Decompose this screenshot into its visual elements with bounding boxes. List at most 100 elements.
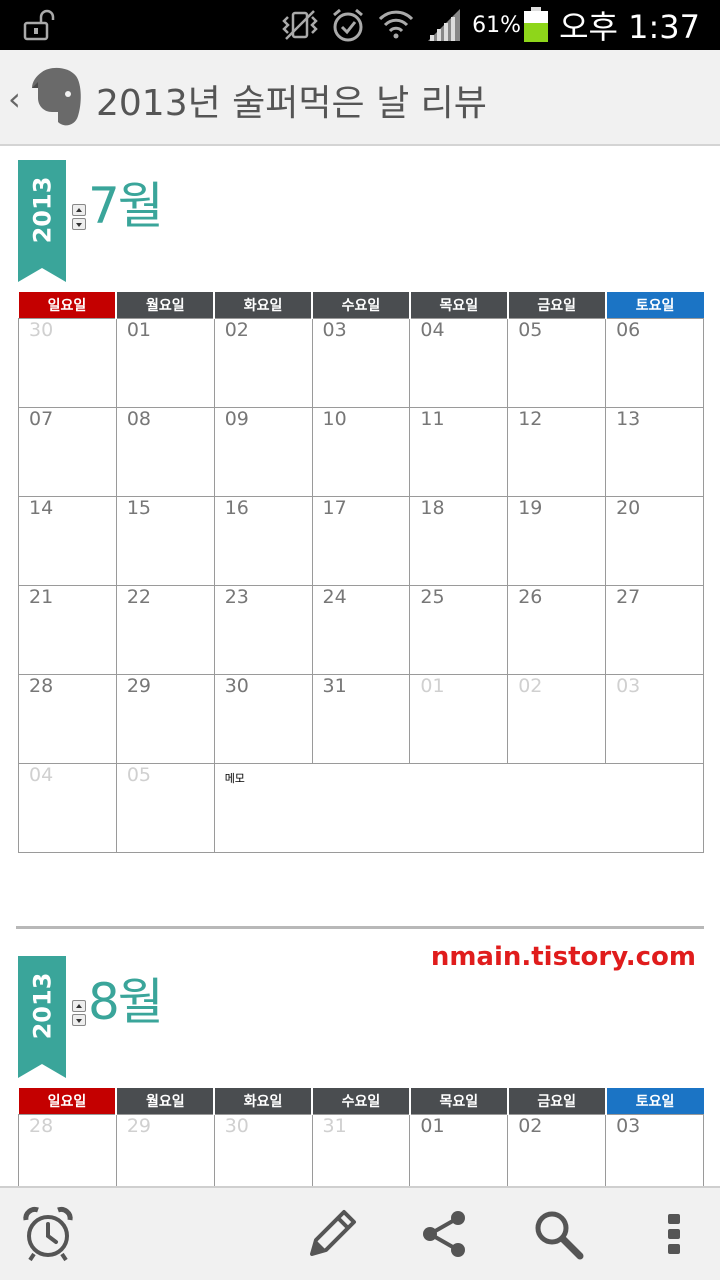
calendar-week: 04 05 메모 bbox=[18, 762, 705, 853]
weekday-thu: 목요일 bbox=[408, 292, 508, 318]
day-cell[interactable]: 11 bbox=[409, 406, 509, 497]
weekday-thu: 목요일 bbox=[408, 1088, 508, 1114]
battery-percent: 61% bbox=[472, 12, 522, 38]
weekday-sat: 토요일 bbox=[604, 1088, 704, 1114]
alarm-clock-icon[interactable] bbox=[18, 1204, 78, 1264]
month-title: 8월 bbox=[88, 973, 164, 1031]
pencil-icon[interactable] bbox=[302, 1204, 362, 1264]
overflow-menu-icon[interactable] bbox=[644, 1204, 704, 1264]
evernote-elephant-icon[interactable] bbox=[28, 64, 84, 130]
day-cell[interactable]: 19 bbox=[507, 495, 607, 586]
day-cell[interactable]: 27 bbox=[605, 584, 704, 675]
share-icon[interactable] bbox=[414, 1204, 474, 1264]
weekday-tue: 화요일 bbox=[213, 292, 313, 318]
weekday-header: 일요일 월요일 화요일 수요일 목요일 금요일 토요일 bbox=[18, 292, 704, 318]
day-cell[interactable]: 07 bbox=[18, 406, 117, 497]
weekday-tue: 화요일 bbox=[213, 1088, 313, 1114]
day-cell[interactable]: 25 bbox=[409, 584, 509, 675]
calendar-grid: 일요일 월요일 화요일 수요일 목요일 금요일 토요일 30 01 02 03 … bbox=[18, 292, 705, 853]
day-cell[interactable]: 23 bbox=[213, 584, 313, 675]
signal-icon bbox=[428, 9, 461, 41]
watermark: nmain.tistory.com bbox=[430, 942, 696, 972]
day-cell[interactable]: 31 bbox=[311, 673, 411, 764]
weekday-sat: 토요일 bbox=[604, 292, 704, 318]
day-cell[interactable]: 29 bbox=[115, 1113, 215, 1186]
weekday-sun: 일요일 bbox=[18, 292, 117, 318]
day-cell[interactable]: 05 bbox=[507, 317, 607, 408]
day-cell[interactable]: 12 bbox=[507, 406, 607, 497]
calendar-week: 14 15 16 17 18 19 20 bbox=[18, 495, 704, 586]
day-cell[interactable]: 28 bbox=[18, 673, 117, 764]
month-spinner[interactable] bbox=[72, 1000, 86, 1026]
calendar-grid: 일요일 월요일 화요일 수요일 목요일 금요일 토요일 28 29 30 31 … bbox=[18, 1088, 704, 1186]
day-cell[interactable]: 31 bbox=[311, 1113, 411, 1186]
day-cell[interactable]: 04 bbox=[18, 762, 117, 853]
day-cell[interactable]: 04 bbox=[409, 317, 509, 408]
day-cell[interactable]: 10 bbox=[311, 406, 411, 497]
day-cell[interactable]: 16 bbox=[213, 495, 313, 586]
day-cell[interactable]: 24 bbox=[311, 584, 411, 675]
day-cell[interactable]: 09 bbox=[213, 406, 313, 497]
day-cell[interactable]: 26 bbox=[507, 584, 607, 675]
day-cell[interactable]: 18 bbox=[409, 495, 509, 586]
calendar-week: 28 29 30 31 01 02 03 bbox=[18, 673, 704, 764]
day-cell[interactable]: 02 bbox=[213, 317, 313, 408]
day-cell[interactable]: 20 bbox=[605, 495, 704, 586]
day-cell[interactable]: 29 bbox=[115, 673, 215, 764]
weekday-fri: 금요일 bbox=[506, 1088, 606, 1114]
day-cell[interactable]: 02 bbox=[507, 1113, 607, 1186]
wifi-icon bbox=[379, 10, 414, 39]
day-cell[interactable]: 15 bbox=[115, 495, 215, 586]
day-cell[interactable]: 01 bbox=[409, 1113, 509, 1186]
spinner-up-icon[interactable] bbox=[72, 204, 86, 216]
day-cell[interactable]: 06 bbox=[605, 317, 704, 408]
month-spinner[interactable] bbox=[72, 204, 86, 230]
day-cell[interactable]: 03 bbox=[605, 1113, 704, 1186]
memo-cell[interactable]: 메모 bbox=[213, 762, 705, 853]
bottom-toolbar bbox=[0, 1186, 720, 1280]
day-cell[interactable]: 30 bbox=[213, 673, 313, 764]
calendar-week: 30 01 02 03 04 05 06 bbox=[18, 317, 704, 408]
calendar-week: 07 08 09 10 11 12 13 bbox=[18, 406, 704, 497]
day-cell[interactable]: 13 bbox=[605, 406, 704, 497]
day-cell[interactable]: 03 bbox=[605, 673, 704, 764]
spinner-down-icon[interactable] bbox=[72, 218, 86, 230]
spinner-up-icon[interactable] bbox=[72, 1000, 86, 1012]
weekday-fri: 금요일 bbox=[506, 292, 606, 318]
day-cell[interactable]: 05 bbox=[115, 762, 215, 853]
year-label: 2013 bbox=[28, 972, 57, 1040]
month-title: 7월 bbox=[88, 177, 164, 235]
weekday-header: 일요일 월요일 화요일 수요일 목요일 금요일 토요일 bbox=[18, 1088, 704, 1114]
day-cell[interactable]: 01 bbox=[409, 673, 509, 764]
day-cell[interactable]: 17 bbox=[311, 495, 411, 586]
calendar-week: 21 22 23 24 25 26 27 bbox=[18, 584, 704, 675]
day-cell[interactable]: 14 bbox=[18, 495, 117, 586]
day-cell[interactable]: 22 bbox=[115, 584, 215, 675]
weekday-wed: 수요일 bbox=[311, 292, 410, 318]
day-cell[interactable]: 03 bbox=[311, 317, 411, 408]
clock: 오후 1:37 bbox=[559, 8, 700, 46]
weekday-sun: 일요일 bbox=[18, 1088, 117, 1114]
note-content[interactable]: 2013 7월 일요일 월요일 화요일 수요일 목요일 금요일 토요일 30 0… bbox=[0, 148, 720, 1186]
app-bar: ‹ 2013년 술퍼먹은 날 리뷰 bbox=[0, 50, 720, 146]
battery-icon bbox=[524, 7, 549, 42]
month-separator bbox=[16, 926, 704, 929]
weekday-wed: 수요일 bbox=[311, 1088, 410, 1114]
search-icon[interactable] bbox=[528, 1204, 588, 1264]
page-title: 2013년 술퍼먹은 날 리뷰 bbox=[96, 83, 487, 124]
weekday-mon: 월요일 bbox=[115, 1088, 215, 1114]
day-cell[interactable]: 21 bbox=[18, 584, 117, 675]
day-cell[interactable]: 30 bbox=[18, 317, 117, 408]
back-button[interactable]: ‹ bbox=[8, 80, 21, 118]
vibrate-icon bbox=[282, 10, 318, 40]
day-cell[interactable]: 30 bbox=[213, 1113, 313, 1186]
weekday-mon: 월요일 bbox=[115, 292, 215, 318]
day-cell[interactable]: 28 bbox=[18, 1113, 117, 1186]
calendar-week: 28 29 30 31 01 02 03 bbox=[18, 1113, 704, 1186]
day-cell[interactable]: 08 bbox=[115, 406, 215, 497]
status-bar: 61% 오후 1:37 bbox=[0, 0, 720, 50]
day-cell[interactable]: 02 bbox=[507, 673, 607, 764]
day-cell[interactable]: 01 bbox=[115, 317, 215, 408]
year-label: 2013 bbox=[28, 176, 57, 244]
spinner-down-icon[interactable] bbox=[72, 1014, 86, 1026]
